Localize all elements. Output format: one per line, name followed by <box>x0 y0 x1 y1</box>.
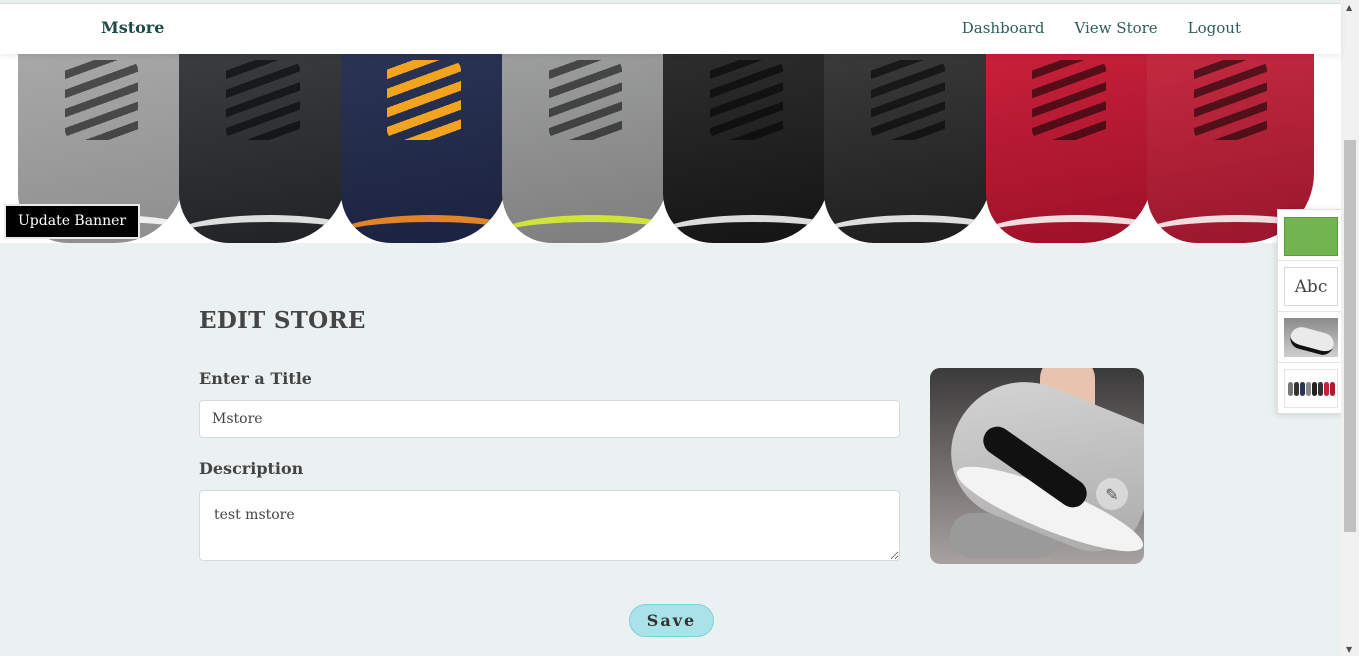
banner-thumbnail-button[interactable] <box>1284 369 1338 408</box>
scroll-up-arrow-icon[interactable]: ▲ <box>1346 3 1352 12</box>
pencil-icon[interactable]: ✎ <box>1096 478 1128 510</box>
nav-links: Dashboard View Store Logout <box>962 19 1241 37</box>
banner-shoe <box>501 54 669 243</box>
banner-shoe <box>824 54 992 243</box>
color-swatch-button[interactable] <box>1284 217 1338 256</box>
banner-shoes-row <box>18 54 1314 243</box>
title-input[interactable] <box>199 400 900 438</box>
panel-divider <box>1278 362 1342 363</box>
nav-link-view-store[interactable]: View Store <box>1074 19 1157 37</box>
side-theme-panel: Abc <box>1277 209 1343 414</box>
description-textarea[interactable]: test mstore <box>199 490 900 561</box>
banner-shoe <box>985 54 1153 243</box>
title-label: Enter a Title <box>199 369 312 388</box>
description-label: Description <box>199 459 304 478</box>
nav-link-logout[interactable]: Logout <box>1188 19 1241 37</box>
banner-shoe <box>340 54 508 243</box>
banner-shoe <box>663 54 831 243</box>
scroll-thumb[interactable] <box>1344 140 1356 532</box>
scroll-down-arrow-icon[interactable]: ▼ <box>1346 645 1352 654</box>
panel-divider <box>1278 311 1342 312</box>
panel-divider <box>1278 260 1342 261</box>
banner-shoe <box>179 54 347 243</box>
nav-link-dashboard[interactable]: Dashboard <box>962 19 1045 37</box>
store-logo-image[interactable]: ✎ <box>930 368 1144 564</box>
store-banner-image <box>0 54 1341 243</box>
save-button[interactable]: Save <box>629 604 714 637</box>
logo-thumbnail-button[interactable] <box>1284 318 1338 357</box>
page-title: EDIT STORE <box>199 307 366 334</box>
update-banner-button[interactable]: Update Banner <box>4 204 141 239</box>
top-navbar: Mstore Dashboard View Store Logout <box>0 3 1341 54</box>
brand-logo[interactable]: Mstore <box>101 18 164 37</box>
page-scrollbar[interactable]: ▲ ▼ <box>1341 0 1359 656</box>
font-style-button[interactable]: Abc <box>1284 267 1338 306</box>
